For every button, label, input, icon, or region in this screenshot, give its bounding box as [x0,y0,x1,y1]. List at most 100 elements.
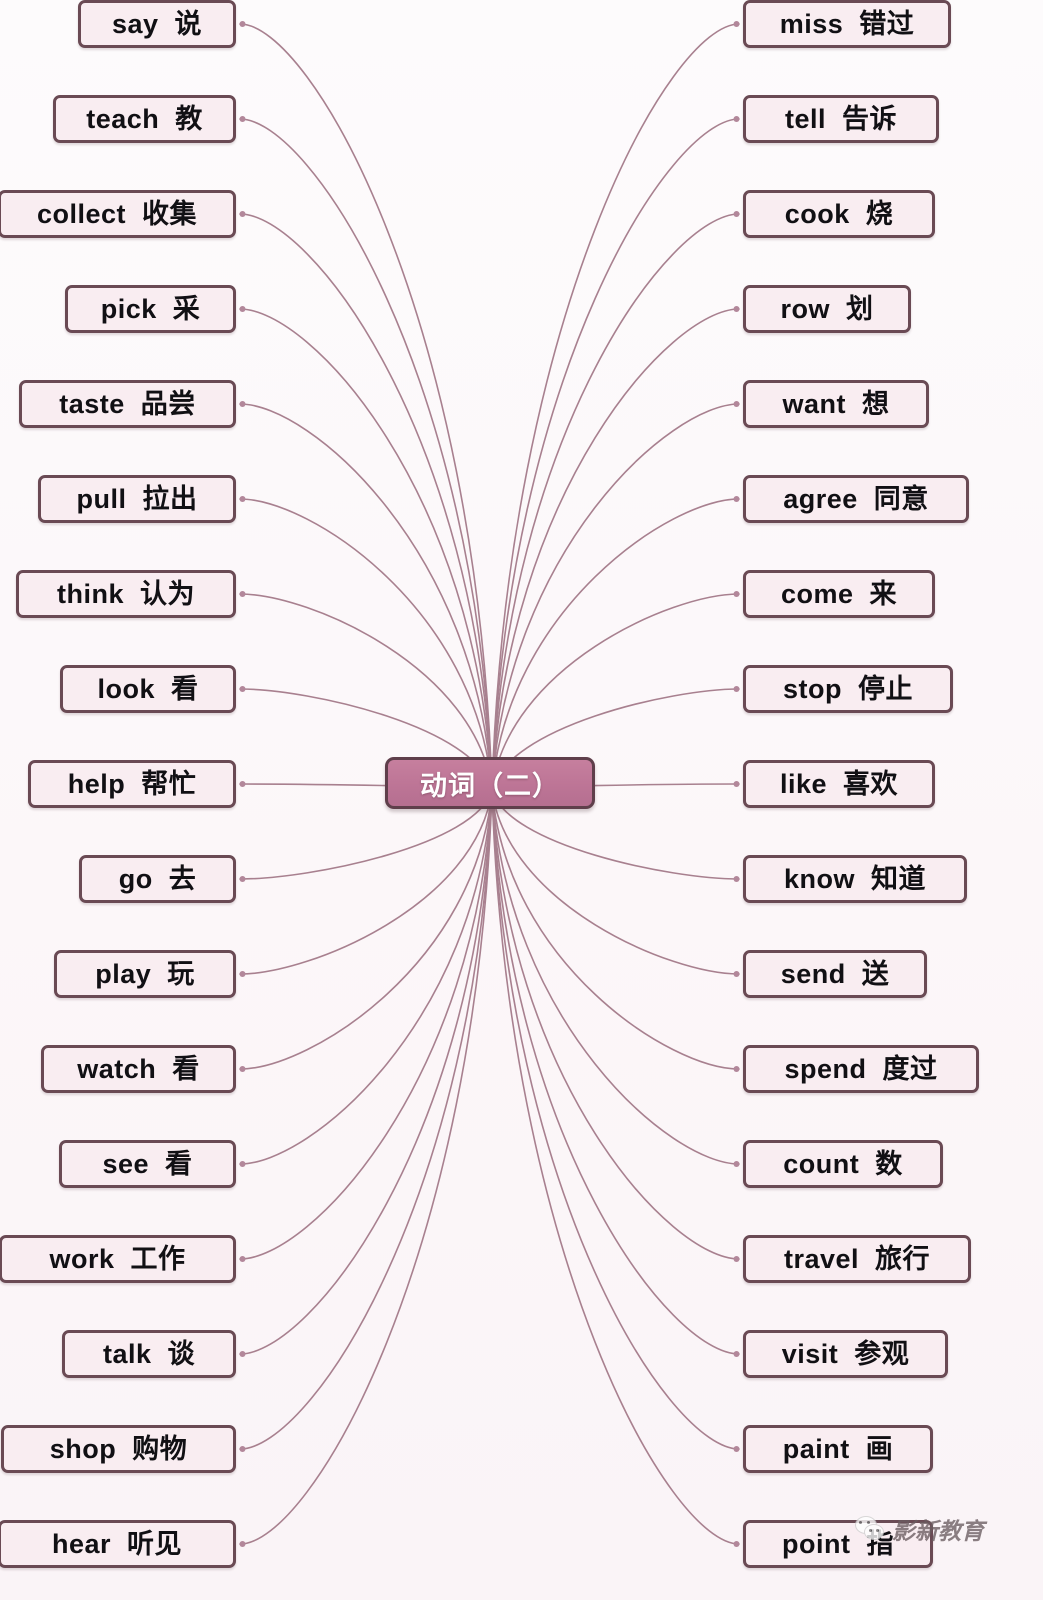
branch-node-cook[interactable]: cook 烧 [743,190,935,238]
branch-node-label: count 数 [783,1150,903,1178]
branch-node-english: help [67,768,126,799]
branch-node-see[interactable]: see 看 [59,1140,236,1188]
branch-node-go[interactable]: go 去 [79,855,236,903]
branch-node-play[interactable]: play 玩 [54,950,236,998]
connector-dot [733,971,740,977]
branch-node-hear[interactable]: hear 听见 [0,1520,236,1568]
branch-node-english: come [780,578,854,609]
branch-node-watch[interactable]: watch 看 [41,1045,236,1093]
branch-node-english: agree [783,483,858,514]
connector-line [491,213,740,791]
branch-node-help[interactable]: help 帮忙 [28,760,236,808]
branch-node-spend[interactable]: spend 度过 [743,1045,979,1093]
branch-node-label: visit 参观 [781,1338,910,1370]
branch-node-like[interactable]: like 喜欢 [743,760,935,808]
branch-node-chinese: 同意 [873,483,929,515]
branch-node-english: send [780,958,846,989]
connector-line [491,789,740,975]
branch-node-visit[interactable]: visit 参观 [743,1330,948,1378]
branch-node-chinese: 教 [175,103,203,135]
connector-dot [733,1541,740,1547]
connector-dot [239,21,246,27]
branch-node-travel[interactable]: travel 旅行 [743,1235,971,1283]
branch-node-row[interactable]: row 划 [743,285,911,333]
branch-node-agree[interactable]: agree 同意 [743,475,969,523]
branch-node-chinese: 送 [861,958,890,990]
connector-line [239,403,493,791]
branch-node-chinese: 听见 [127,1528,183,1560]
branch-node-say[interactable]: say 说 [78,0,236,48]
branch-node-english: look [97,673,155,704]
branch-node-label: collect 收集 [37,200,197,228]
center-node[interactable]: 动词（二） [385,757,595,809]
branch-node-pull[interactable]: pull 拉出 [38,475,236,523]
branch-node-english: talk [102,1338,152,1369]
connector-dot [733,686,740,692]
branch-node-label: pull 拉出 [77,485,198,513]
branch-node-work[interactable]: work 工作 [0,1235,236,1283]
branch-node-tell[interactable]: tell 告诉 [743,95,939,143]
connector-dot [733,211,740,217]
connector-dot [733,21,740,27]
connector-line [239,498,493,791]
branch-node-chinese: 来 [869,578,898,610]
connector-dot [239,971,246,977]
connector-line [239,308,493,791]
branch-node-chinese: 认为 [140,578,195,610]
connector-dot [733,1446,740,1452]
branch-node-chinese: 购物 [132,1433,188,1465]
connector-line [491,498,740,791]
branch-node-label: look 看 [97,673,198,704]
branch-node-shop[interactable]: shop 购物 [1,1425,236,1473]
branch-node-think[interactable]: think 认为 [16,570,236,618]
connector-dot [239,686,246,692]
connector-dot [733,1066,740,1072]
branch-node-label: say 说 [112,10,202,38]
branch-node-taste[interactable]: taste 品尝 [19,380,236,428]
branch-node-count[interactable]: count 数 [743,1140,943,1188]
connector-dot [733,306,740,312]
branch-node-look[interactable]: look 看 [60,665,236,713]
branch-node-point[interactable]: point 指 [743,1520,933,1568]
branch-node-label: travel 旅行 [784,1245,930,1273]
connector-dot [239,876,246,882]
branch-node-english: pick [100,293,157,324]
connector-dot [239,1541,246,1547]
branch-node-pick[interactable]: pick 采 [65,285,236,333]
branch-node-english: play [95,958,152,989]
branch-node-english: go [118,863,153,894]
branch-node-label: send 送 [780,958,890,990]
branch-node-miss[interactable]: miss 错过 [743,0,951,48]
branch-node-label: stop 停止 [783,673,913,704]
branch-node-teach[interactable]: teach 教 [53,95,236,143]
branch-node-english: stop [783,673,842,704]
branch-node-label: pick 采 [100,293,201,324]
branch-node-label: watch 看 [77,1055,200,1083]
connector-line [239,789,493,1545]
branch-node-chinese: 帮忙 [141,768,197,800]
branch-node-paint[interactable]: paint 画 [743,1425,933,1473]
branch-node-label: work 工作 [49,1245,185,1273]
branch-node-english: spend [784,1053,867,1084]
branch-node-collect[interactable]: collect 收集 [0,190,236,238]
branch-node-label: help 帮忙 [67,768,197,800]
branch-node-talk[interactable]: talk 谈 [62,1330,236,1378]
connector-line [491,789,740,1450]
connector-dot [239,496,246,502]
branch-node-label: agree 同意 [783,483,929,515]
branch-node-know[interactable]: know 知道 [743,855,967,903]
branch-node-chinese: 烧 [865,198,894,230]
branch-node-label: see 看 [102,1150,192,1178]
branch-node-chinese: 喜欢 [843,768,899,800]
connector-dot [239,1256,246,1262]
branch-node-come[interactable]: come 来 [743,570,935,618]
connector-dot [239,1161,246,1167]
branch-node-english: row [780,293,830,324]
connector-dot [239,1446,246,1452]
connector-dot [733,1256,740,1262]
branch-node-english: visit [781,1338,839,1369]
branch-node-want[interactable]: want 想 [743,380,929,428]
branch-node-send[interactable]: send 送 [743,950,927,998]
branch-node-chinese: 参观 [854,1338,910,1370]
branch-node-stop[interactable]: stop 停止 [743,665,953,713]
